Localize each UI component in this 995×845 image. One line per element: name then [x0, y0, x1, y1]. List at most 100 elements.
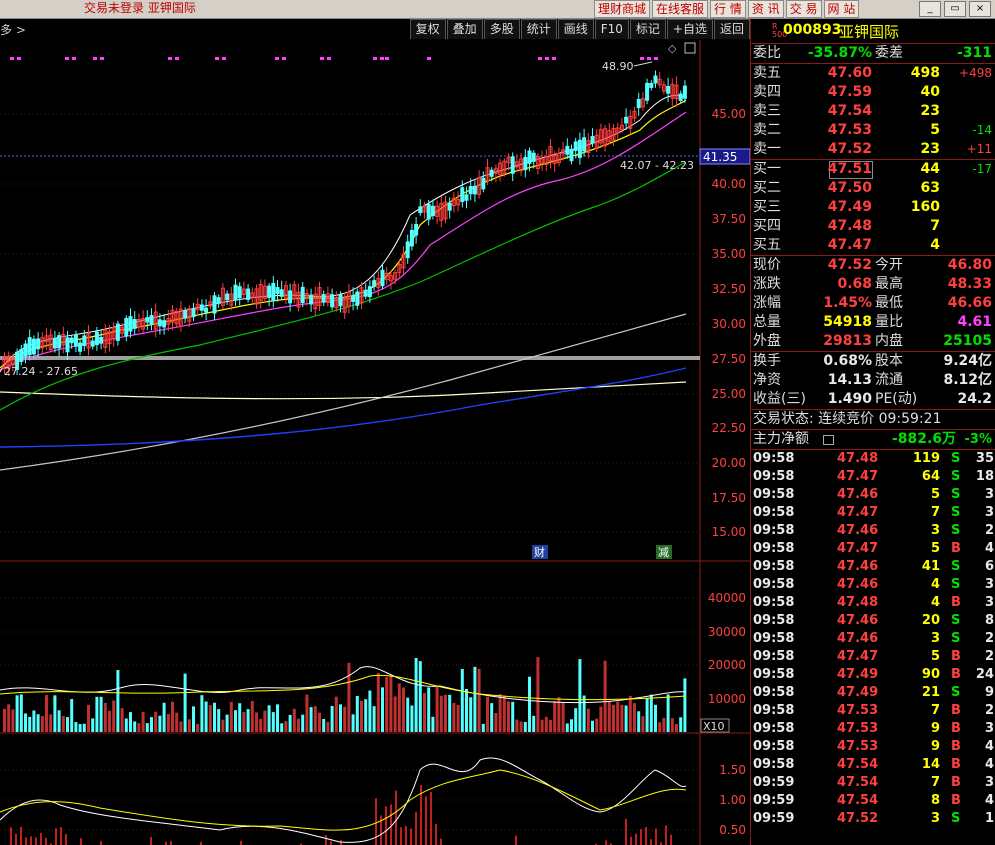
- restore-rights-button[interactable]: 复权: [409, 19, 446, 39]
- indicator-bar: [55, 828, 57, 845]
- minimize-icon[interactable]: _: [919, 1, 941, 17]
- tick-volume: 41: [921, 559, 940, 574]
- sell-level[interactable]: 卖五 47.60 498 +498: [751, 64, 995, 83]
- tick-time: 09:58: [753, 667, 795, 682]
- buy-level[interactable]: 买四 47.48 7: [751, 217, 995, 236]
- tick-price: 47.48: [837, 595, 879, 610]
- sell-level[interactable]: 卖四 47.59 40: [751, 83, 995, 102]
- volume-bar: [150, 717, 153, 732]
- kline-chart[interactable]: 45.00 40.00 37.50 35.00 32.50 30.00 27.5…: [0, 40, 750, 845]
- nav-online-service[interactable]: 在线客服: [652, 0, 709, 18]
- volume-bar: [175, 712, 179, 732]
- sell-level[interactable]: 卖二 47.53 5 -14: [751, 121, 995, 140]
- price-tick: 37.50: [712, 212, 746, 226]
- candle-body: [233, 284, 238, 301]
- indicator-axis: 1.50 1.00 0.50: [719, 763, 746, 837]
- overlay-button[interactable]: 叠加: [446, 19, 483, 39]
- price-tick: 25.00: [712, 387, 746, 401]
- candle-body: [582, 137, 587, 152]
- volume-bar: [435, 686, 439, 732]
- sell-level[interactable]: 卖三 47.54 23: [751, 102, 995, 121]
- tick-price: 47.47: [837, 649, 879, 664]
- tick-time: 09:58: [753, 613, 795, 628]
- tick-price: 47.49: [837, 667, 879, 682]
- buy-level[interactable]: 买二 47.50 63: [751, 179, 995, 198]
- tick-side: S: [951, 487, 961, 502]
- volume-bar: [452, 702, 456, 732]
- candle-body: [90, 340, 95, 347]
- tick-volume: 14: [921, 757, 940, 772]
- buy-level[interactable]: 买五 47.47 4: [751, 236, 995, 256]
- candle-body: [472, 185, 477, 195]
- sell-level[interactable]: 卖一 47.52 23 +11: [751, 140, 995, 160]
- tick-volume: 3: [930, 523, 940, 538]
- title-bar: 交易未登录 亚钾国际 理财商城 在线客服 行 情 资 讯 交 易 网 站 _ ▭…: [0, 0, 995, 19]
- tick-price: 47.47: [837, 541, 879, 556]
- signal-mark: [10, 57, 14, 60]
- indicator-bar: [650, 839, 652, 845]
- tick-count: 3: [984, 775, 994, 790]
- tick-volume: 9: [930, 721, 940, 736]
- add-watchlist-button[interactable]: +自选: [666, 19, 713, 39]
- nav-news[interactable]: 资 讯: [747, 0, 784, 18]
- indicator-bar: [150, 836, 152, 845]
- nav-wealth-mall[interactable]: 理财商城: [594, 0, 651, 18]
- period-menu[interactable]: 多 >: [0, 21, 26, 38]
- volume-bar: [61, 716, 65, 732]
- tick-volume: 119: [912, 451, 940, 466]
- multi-stock-button[interactable]: 多股: [483, 19, 520, 39]
- volume-bar: [234, 710, 237, 732]
- volume-bar: [74, 722, 78, 732]
- buy-level[interactable]: 买三 47.49 160: [751, 198, 995, 217]
- indicator-bar: [410, 828, 412, 845]
- tick-side: B: [951, 721, 961, 736]
- back-button[interactable]: 返回: [713, 19, 750, 39]
- volume-bar: [427, 687, 431, 732]
- tick-time: 09:58: [753, 451, 795, 466]
- signal-mark: [640, 57, 644, 60]
- list-icon[interactable]: [823, 435, 834, 445]
- volume-bar: [242, 712, 246, 732]
- nav-website[interactable]: 网 站: [823, 0, 860, 18]
- volume-bar: [322, 718, 326, 732]
- tick-side: B: [951, 703, 961, 718]
- tick-count: 1: [984, 811, 994, 826]
- indicator-bar: [20, 826, 22, 845]
- tick-time: 09:58: [753, 721, 795, 736]
- indicator-bar: [35, 837, 37, 845]
- tick-side: B: [951, 793, 961, 808]
- volume-bar: [24, 713, 27, 732]
- signal-mark: [545, 57, 549, 60]
- tick-time: 09:59: [753, 793, 795, 808]
- signal-mark: [538, 57, 542, 60]
- volume-bar: [654, 704, 657, 732]
- volume-bar: [616, 701, 620, 732]
- volume-bar: [183, 673, 187, 732]
- indicator-bar: [100, 841, 102, 845]
- signal-mark: [100, 57, 104, 60]
- toolbar-buttons: 复权 叠加 多股 统计 画线 F10 标记 +自选 返回: [409, 19, 750, 39]
- nav-trade[interactable]: 交 易: [785, 0, 822, 18]
- tick-side: B: [951, 775, 961, 790]
- volume-bar: [70, 699, 74, 732]
- volume-bar: [490, 703, 494, 732]
- volume-bar: [82, 723, 86, 732]
- svg-text:财: 财: [534, 545, 545, 559]
- close-icon[interactable]: ×: [969, 1, 991, 17]
- tick-time: 09:58: [753, 559, 795, 574]
- restore-icon[interactable]: ▭: [944, 1, 966, 17]
- main-flow-row[interactable]: 主力净额 -882.6万 -3%: [751, 430, 995, 450]
- stats-button[interactable]: 统计: [520, 19, 557, 39]
- nav-market[interactable]: 行 情: [710, 0, 746, 18]
- volume-bar: [200, 695, 204, 732]
- f10-button[interactable]: F10: [594, 19, 629, 39]
- buy-level[interactable]: 买一 47.51 44 -17: [751, 160, 995, 179]
- tick-list[interactable]: 09:58 47.48 119 S 35 09:58 47.47 64 S 18 09:58 47.4…: [751, 450, 995, 828]
- stat-row: 收益(三) 1.490 PE(动) 24.2: [751, 390, 995, 410]
- draw-line-button[interactable]: 画线: [557, 19, 594, 39]
- signal-mark: [93, 57, 97, 60]
- mark-button[interactable]: 标记: [629, 19, 666, 39]
- volume-bar: [465, 688, 468, 732]
- volume-bar: [578, 659, 582, 732]
- volume-bar: [570, 719, 573, 732]
